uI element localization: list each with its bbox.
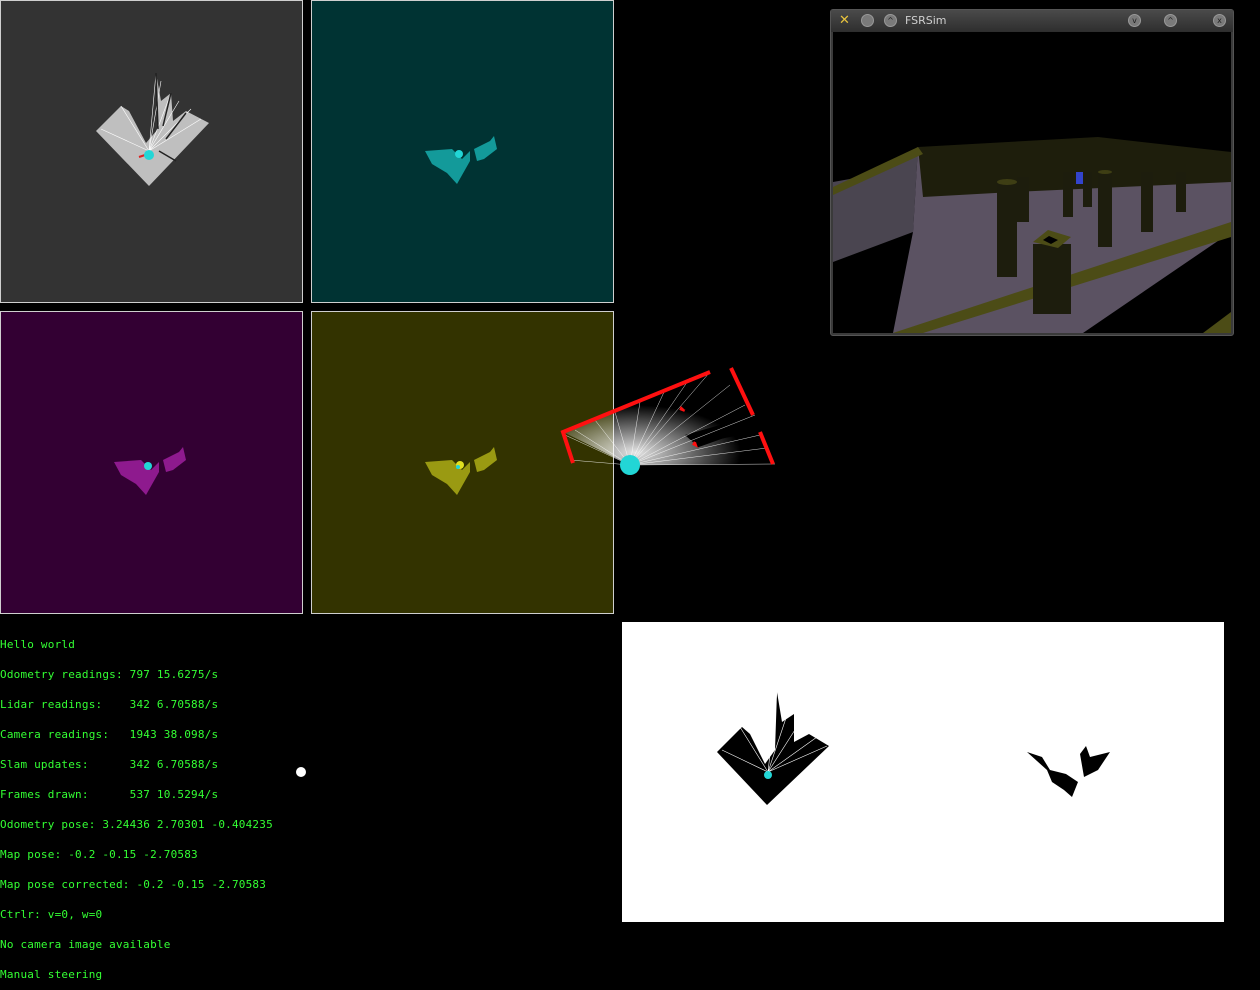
console-line: Map pose corrected: -0.2 -0.15 -2.70583 (0, 878, 267, 891)
console-line: Odometry pose: 3.24436 2.70301 -0.404235 (0, 818, 273, 831)
occupancy-map-gray (96, 72, 209, 186)
fsrsim-app-icon[interactable]: ✕ (837, 13, 852, 28)
console-line: Manual steering (0, 968, 103, 981)
map-panel-purple (0, 311, 303, 614)
menu-button[interactable] (861, 14, 874, 27)
console-line: Ctrlr: v=0, w=0 (0, 908, 103, 921)
slam-map-shapes (717, 691, 1110, 805)
maximize-button[interactable]: ^ (1164, 14, 1177, 27)
map-panel-teal (311, 0, 614, 303)
console-line: Odometry readings: 797 15.6275/s (0, 668, 219, 681)
lidar-scan-view (555, 360, 785, 480)
cursor-marker (296, 767, 306, 777)
close-button[interactable]: x (1213, 14, 1226, 27)
console-line: Lidar readings: 342 6.70588/s (0, 698, 219, 711)
status-console: Hello world Odometry readings: 797 15.62… (0, 620, 273, 990)
occupancy-map-panel-gray (0, 0, 303, 303)
window-titlebar[interactable]: ✕ ^ FSRSim v ^ x (831, 10, 1233, 32)
console-line: Camera readings: 1943 38.098/s (0, 728, 219, 741)
simulation-scene (833, 32, 1231, 333)
console-line: No camera image available (0, 938, 171, 951)
minimize-button[interactable]: v (1128, 14, 1141, 27)
sticky-button[interactable]: ^ (884, 14, 897, 27)
console-line: Map pose: -0.2 -0.15 -2.70583 (0, 848, 198, 861)
window-title: FSRSim (905, 14, 947, 27)
map-shape-teal (425, 136, 497, 184)
fsrsim-window[interactable]: ✕ ^ FSRSim v ^ x (830, 9, 1234, 336)
console-line: Hello world (0, 638, 76, 651)
console-line: Frames drawn: 537 10.5294/s (0, 788, 219, 801)
simulation-3d-view[interactable] (833, 32, 1231, 333)
console-line: Slam updates: 342 6.70588/s (0, 758, 219, 771)
slam-map-view (622, 622, 1224, 922)
lidar-scan-rays (560, 367, 776, 475)
map-shape-purple (114, 447, 186, 495)
